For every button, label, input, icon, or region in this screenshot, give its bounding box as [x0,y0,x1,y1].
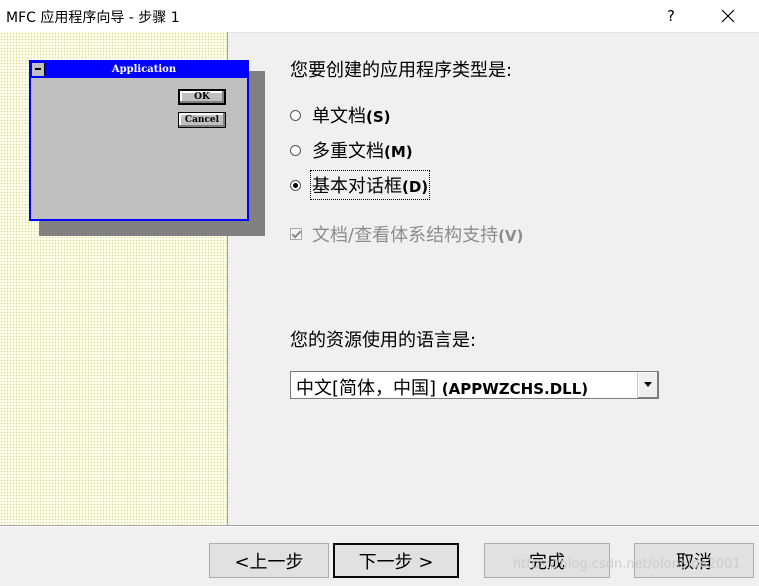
preview-ok-button: OK [178,89,226,105]
radio-single-document[interactable]: 单文档(S) [290,103,391,127]
radio-label: 单文档(S) [312,106,391,127]
help-icon: ? [667,7,675,25]
radio-button[interactable] [290,144,301,156]
back-button[interactable]: <上一步 [209,543,329,578]
preview-title: Application [111,64,177,75]
next-button[interactable]: 下一步 > [333,543,459,578]
language-prompt: 您的资源使用的语言是: [290,330,477,351]
preview-cancel-button: Cancel [178,112,226,128]
preview-titlebar: Application [31,62,247,78]
language-select[interactable]: 中文[简体，中国] (APPWZCHS.DLL) [290,371,659,399]
dialog-preview: Application OK Cancel [29,60,249,221]
window-title: MFC 应用程序向导 - 步骤 1 [6,10,180,26]
checkbox-label: 文档/查看体系结构支持(V) [312,225,524,246]
radio-multiple-document[interactable]: 多重文档(M) [290,138,413,162]
radio-button[interactable] [290,109,301,121]
radio-dialog-based[interactable]: 基本对话框(D) [290,170,431,200]
checkbox[interactable] [290,228,302,240]
close-icon [721,9,735,23]
button-bar-divider-highlight [0,526,759,527]
docview-support-checkbox[interactable]: 文档/查看体系结构支持(V) [290,222,523,246]
app-type-prompt: 您要创建的应用程序类型是: [290,60,513,81]
title-bar: MFC 应用程序向导 - 步骤 1 ? [0,0,759,33]
radio-label: 基本对话框(D) [309,170,431,200]
radio-button[interactable] [290,179,301,191]
chevron-down-icon[interactable] [637,372,658,398]
close-button[interactable] [705,0,751,32]
language-select-value: 中文[简体，中国] (APPWZCHS.DLL) [296,378,589,399]
help-button[interactable]: ? [648,0,694,32]
watermark: https://blog.csdn.net/olonoldo2001 [513,557,741,572]
radio-label: 多重文档(M) [312,141,413,162]
